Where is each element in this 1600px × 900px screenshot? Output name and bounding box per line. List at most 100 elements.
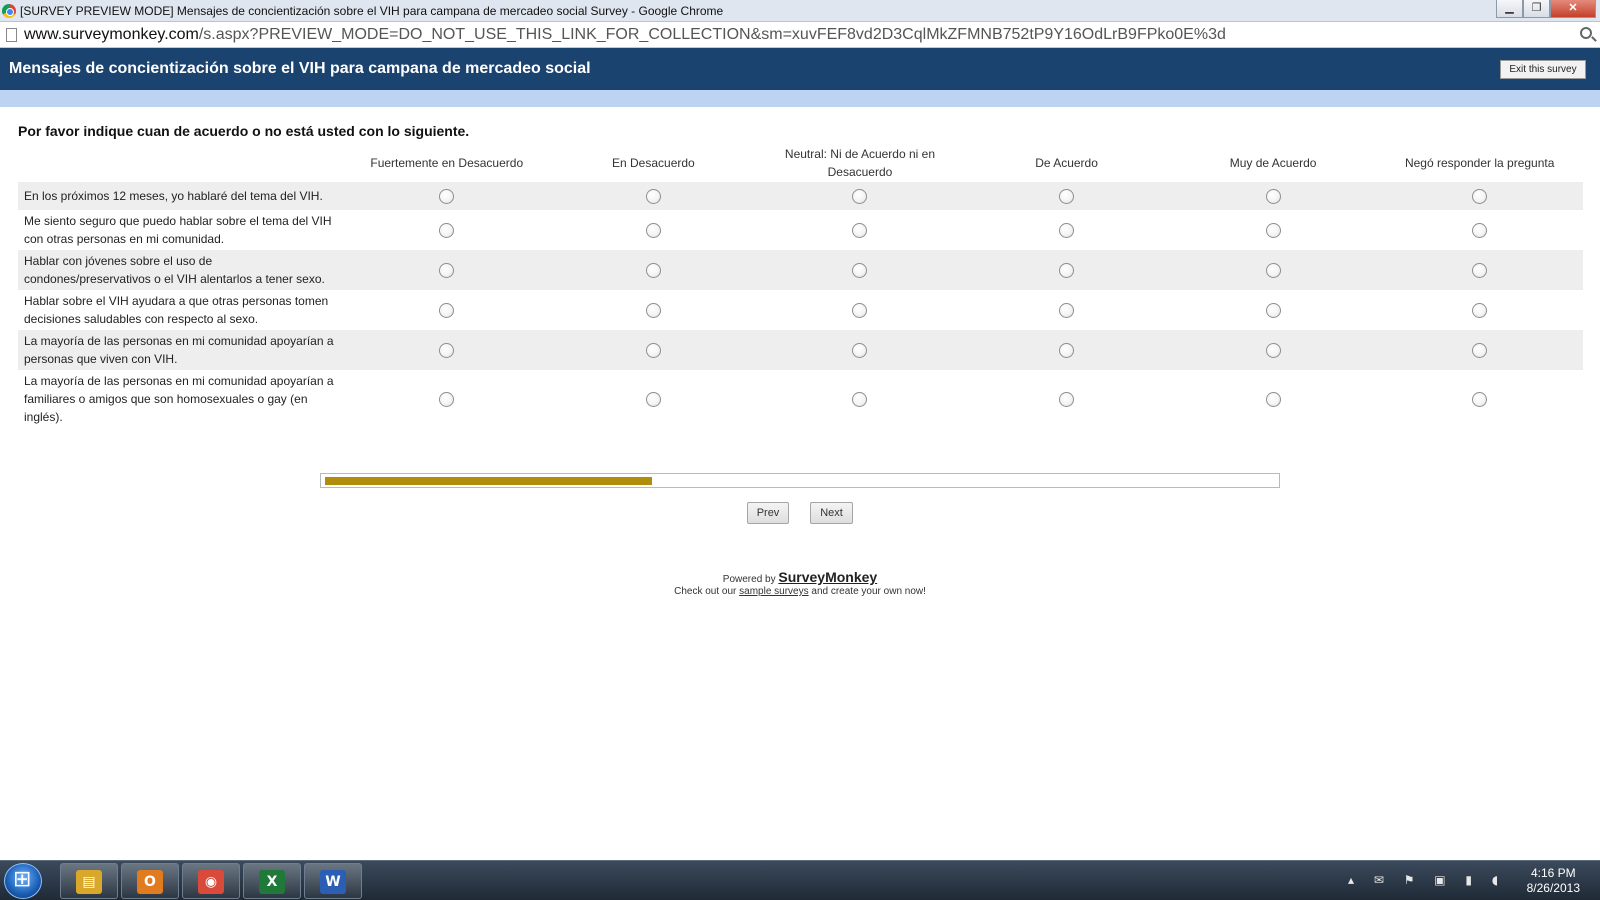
- radio-option[interactable]: [1059, 262, 1075, 278]
- radio-option[interactable]: [1265, 188, 1281, 204]
- system-tray: ▴ ✉ ⚑ ▣ ▮ ◖ 4:16 PM 8/26/2013: [1340, 861, 1600, 900]
- start-button[interactable]: [4, 863, 42, 899]
- row-label: En los próximos 12 meses, yo hablaré del…: [18, 182, 344, 210]
- column-header: Negó responder la pregunta: [1404, 156, 1555, 170]
- matrix-row: La mayoría de las personas en mi comunid…: [18, 370, 1583, 428]
- radio-option[interactable]: [1265, 342, 1281, 358]
- question-text: Por favor indique cuan de acuerdo o no e…: [18, 123, 470, 139]
- matrix-row: En los próximos 12 meses, yo hablaré del…: [18, 182, 1583, 210]
- radio-option[interactable]: [1472, 342, 1488, 358]
- radio-option[interactable]: [1265, 391, 1281, 407]
- radio-option[interactable]: [852, 222, 868, 238]
- radio-option[interactable]: [645, 262, 661, 278]
- question-matrix: Fuertemente en Desacuerdo En Desacuerdo …: [18, 144, 1583, 428]
- taskbar-item-chrome[interactable]: ◉: [182, 863, 240, 899]
- column-header: En Desacuerdo: [612, 156, 695, 170]
- radio-option[interactable]: [852, 262, 868, 278]
- window-title: [SURVEY PREVIEW MODE] Mensajes de concie…: [20, 4, 724, 18]
- survey-header: Mensajes de concientización sobre el VIH…: [0, 48, 1600, 90]
- close-button[interactable]: ✕: [1550, 0, 1596, 18]
- progress-fill: [325, 477, 653, 485]
- radio-option[interactable]: [645, 302, 661, 318]
- chrome-icon: [2, 4, 16, 18]
- clock[interactable]: 4:16 PM 8/26/2013: [1527, 866, 1580, 896]
- checkout-post: and create your own now!: [811, 586, 926, 597]
- radio-option[interactable]: [1059, 188, 1075, 204]
- footer: Powered by SurveyMonkey Check out our sa…: [0, 569, 1600, 597]
- radio-option[interactable]: [1059, 342, 1075, 358]
- file-explorer-icon: ▤: [76, 870, 102, 894]
- matrix-row: Me siento seguro que puedo hablar sobre …: [18, 210, 1583, 250]
- radio-option[interactable]: [1472, 188, 1488, 204]
- radio-option[interactable]: [645, 188, 661, 204]
- radio-option[interactable]: [1059, 222, 1075, 238]
- powered-by-label: Powered by: [722, 574, 776, 585]
- chrome-icon: ◉: [198, 870, 224, 894]
- radio-option[interactable]: [439, 302, 455, 318]
- taskbar-item-word[interactable]: W: [304, 863, 362, 899]
- taskbar-item-outlook[interactable]: O: [121, 863, 179, 899]
- progress-bar: [320, 473, 1280, 488]
- column-header: Fuertemente en Desacuerdo: [370, 156, 524, 170]
- radio-option[interactable]: [439, 391, 455, 407]
- checkout-text: Check out our sample surveys and create …: [0, 586, 1600, 597]
- radio-option[interactable]: [1472, 391, 1488, 407]
- surveymonkey-link[interactable]: SurveyMonkey: [778, 569, 877, 585]
- radio-option[interactable]: [1265, 222, 1281, 238]
- radio-option[interactable]: [1472, 262, 1488, 278]
- window-controls: ▁ ❐ ✕: [1496, 0, 1596, 18]
- tray-icons[interactable]: ▴ ✉ ⚑ ▣ ▮ ◖: [1348, 873, 1506, 887]
- url-host: www.surveymonkey.com: [24, 26, 199, 43]
- taskbar: ▤ O ◉ X W ▴ ✉ ⚑ ▣ ▮ ◖ 4:16 PM 8/26/2013: [0, 860, 1600, 900]
- minimize-button[interactable]: ▁: [1496, 0, 1523, 18]
- url-text[interactable]: www.surveymonkey.com/s.aspx?PREVIEW_MODE…: [24, 26, 1226, 44]
- radio-option[interactable]: [439, 188, 455, 204]
- next-button[interactable]: Next: [810, 502, 853, 524]
- taskbar-item-excel[interactable]: X: [243, 863, 301, 899]
- address-bar[interactable]: www.surveymonkey.com/s.aspx?PREVIEW_MODE…: [0, 22, 1600, 48]
- page-icon: [6, 28, 17, 42]
- radio-option[interactable]: [852, 302, 868, 318]
- matrix-row: Hablar con jóvenes sobre el uso de condo…: [18, 250, 1583, 290]
- row-label: Hablar con jóvenes sobre el uso de condo…: [18, 250, 344, 290]
- column-header: Neutral: Ni de Acuerdo ni en Desacuerdo: [784, 147, 936, 179]
- row-label: Me siento seguro que puedo hablar sobre …: [24, 214, 332, 246]
- matrix-row: Hablar sobre el VIH ayudara a que otras …: [18, 290, 1583, 330]
- radio-option[interactable]: [1472, 302, 1488, 318]
- exit-survey-button[interactable]: Exit this survey: [1500, 60, 1586, 79]
- radio-option[interactable]: [439, 262, 455, 278]
- word-icon: W: [320, 870, 346, 894]
- clock-time: 4:16 PM: [1530, 866, 1576, 880]
- matrix-corner: [18, 144, 343, 182]
- row-label: Hablar sobre el VIH ayudara a que otras …: [24, 294, 329, 326]
- radio-option[interactable]: [1059, 391, 1075, 407]
- powered-by: Powered by SurveyMonkey: [0, 569, 1600, 585]
- radio-option[interactable]: [852, 188, 868, 204]
- maximize-button[interactable]: ❐: [1523, 0, 1550, 18]
- taskbar-item-explorer[interactable]: ▤: [60, 863, 118, 899]
- column-header: Muy de Acuerdo: [1229, 156, 1317, 170]
- outlook-icon: O: [137, 870, 163, 894]
- window-titlebar: [SURVEY PREVIEW MODE] Mensajes de concie…: [0, 0, 1600, 22]
- radio-option[interactable]: [439, 222, 455, 238]
- excel-icon: X: [259, 870, 285, 894]
- radio-option[interactable]: [852, 391, 868, 407]
- column-header: De Acuerdo: [1035, 156, 1098, 170]
- radio-option[interactable]: [645, 342, 661, 358]
- clock-date: 8/26/2013: [1526, 881, 1580, 895]
- radio-option[interactable]: [645, 391, 661, 407]
- search-icon[interactable]: [1580, 27, 1592, 39]
- radio-option[interactable]: [1472, 222, 1488, 238]
- url-path: /s.aspx?PREVIEW_MODE=DO_NOT_USE_THIS_LIN…: [198, 26, 1226, 43]
- radio-option[interactable]: [645, 222, 661, 238]
- radio-option[interactable]: [1059, 302, 1075, 318]
- radio-option[interactable]: [852, 342, 868, 358]
- radio-option[interactable]: [1265, 262, 1281, 278]
- row-label: La mayoría de las personas en mi comunid…: [24, 374, 334, 424]
- checkout-pre: Check out our: [674, 586, 737, 597]
- prev-button[interactable]: Prev: [747, 502, 789, 524]
- radio-option[interactable]: [1265, 302, 1281, 318]
- sample-surveys-link[interactable]: sample surveys: [739, 586, 808, 597]
- radio-option[interactable]: [439, 342, 455, 358]
- row-label: La mayoría de las personas en mi comunid…: [18, 330, 344, 370]
